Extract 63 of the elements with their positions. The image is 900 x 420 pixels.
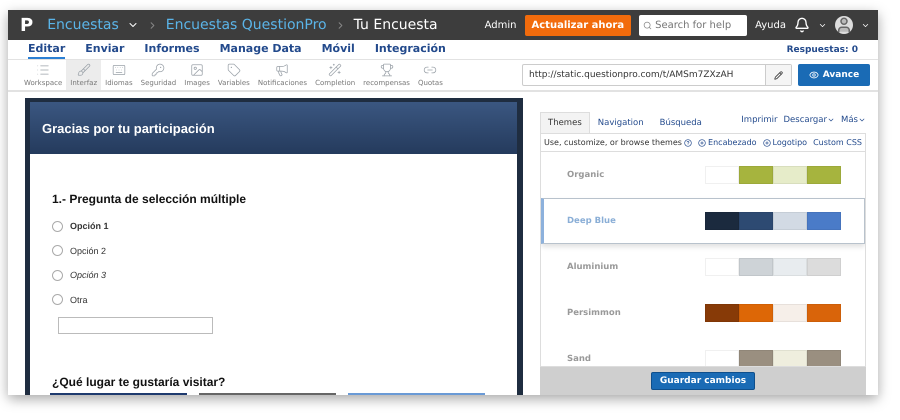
nav-tab[interactable]: Editar: [28, 40, 66, 59]
radio-button[interactable]: [52, 294, 63, 306]
other-text-field[interactable]: [58, 317, 213, 334]
action-menu[interactable]: Descargar: [783, 115, 836, 125]
eye-icon: [808, 70, 819, 80]
option-label: Opción 1: [70, 221, 109, 232]
avatar-icon[interactable]: [835, 16, 853, 34]
theme-link[interactable]: Custom CSS: [813, 138, 862, 147]
option-label: Opción 2: [70, 246, 106, 256]
theme-link[interactable]: Logotipo: [762, 138, 808, 147]
caret-icon: [827, 116, 836, 124]
radio-button[interactable]: [52, 220, 63, 232]
megaphone-icon: [275, 63, 290, 77]
theme-link[interactable]: Encabezado: [698, 138, 757, 147]
nav-tab[interactable]: Informes: [144, 40, 200, 59]
edit-button[interactable]: [765, 65, 791, 85]
trophy-icon: [380, 63, 394, 77]
product-menu[interactable]: Encuestas: [47, 17, 119, 33]
nav-tab[interactable]: Enviar: [85, 40, 124, 59]
survey-header: Gracias por tu participación: [30, 102, 517, 154]
help-icon: [684, 138, 692, 146]
theme-name: Sand: [567, 354, 592, 364]
search-icon: [643, 20, 652, 30]
panel-tab[interactable]: Themes: [540, 112, 590, 133]
pencil-icon: [774, 70, 783, 80]
action-menu[interactable]: Más: [841, 115, 866, 125]
brush-icon: [76, 63, 91, 77]
notification-icon[interactable]: [794, 17, 810, 33]
breadcrumb-link[interactable]: Tu Encuesta: [354, 17, 438, 33]
admin-link[interactable]: Admin: [484, 20, 517, 30]
preview-button[interactable]: Avance: [798, 64, 870, 86]
panel-tab[interactable]: Búsqueda: [652, 112, 710, 133]
search-field[interactable]: Search for help: [639, 14, 748, 36]
key-icon: [151, 63, 166, 77]
radio-button[interactable]: [52, 270, 63, 281]
tag-icon: [226, 63, 241, 77]
question-title: ¿Qué lugar te gustaría visitar?: [52, 375, 226, 389]
keyboard-icon: [112, 63, 126, 77]
question-title: 1.- Pregunta de selección múltiple: [52, 192, 248, 206]
theme-name: Persimmon: [567, 308, 622, 318]
help-link[interactable]: Ayuda: [755, 20, 786, 30]
save-button[interactable]: Guardar cambios: [650, 372, 756, 390]
plus-icon: [698, 138, 706, 146]
theme-name: Organic: [567, 170, 606, 180]
nav-tab[interactable]: Móvil: [322, 40, 355, 59]
theme-name: Deep Blue: [567, 216, 617, 226]
option-label: Otra: [70, 294, 88, 305]
radio-button[interactable]: [52, 245, 63, 256]
url-field[interactable]: http://static.questionpro.com/t/AMSm7ZXzAH: [522, 64, 792, 86]
caret-icon: [858, 116, 866, 124]
breadcrumb-link[interactable]: Encuestas QuestionPro: [166, 17, 327, 33]
option-label: Opción 3: [70, 270, 106, 280]
logo: P: [20, 14, 34, 36]
nav-tab[interactable]: Integración: [374, 40, 446, 59]
plus-icon: [762, 138, 771, 146]
theme-name: Aluminium: [567, 262, 620, 272]
responses-count[interactable]: Respuestas: 0: [786, 44, 858, 54]
image-icon: [190, 63, 204, 77]
panel-tab[interactable]: Navigation: [590, 112, 652, 133]
action-menu[interactable]: Imprimir: [741, 115, 778, 125]
magic-wand-icon: [328, 63, 342, 77]
themes-hint: Use, customize, or browse themes: [544, 138, 692, 147]
nav-tab[interactable]: Manage Data: [220, 40, 302, 59]
